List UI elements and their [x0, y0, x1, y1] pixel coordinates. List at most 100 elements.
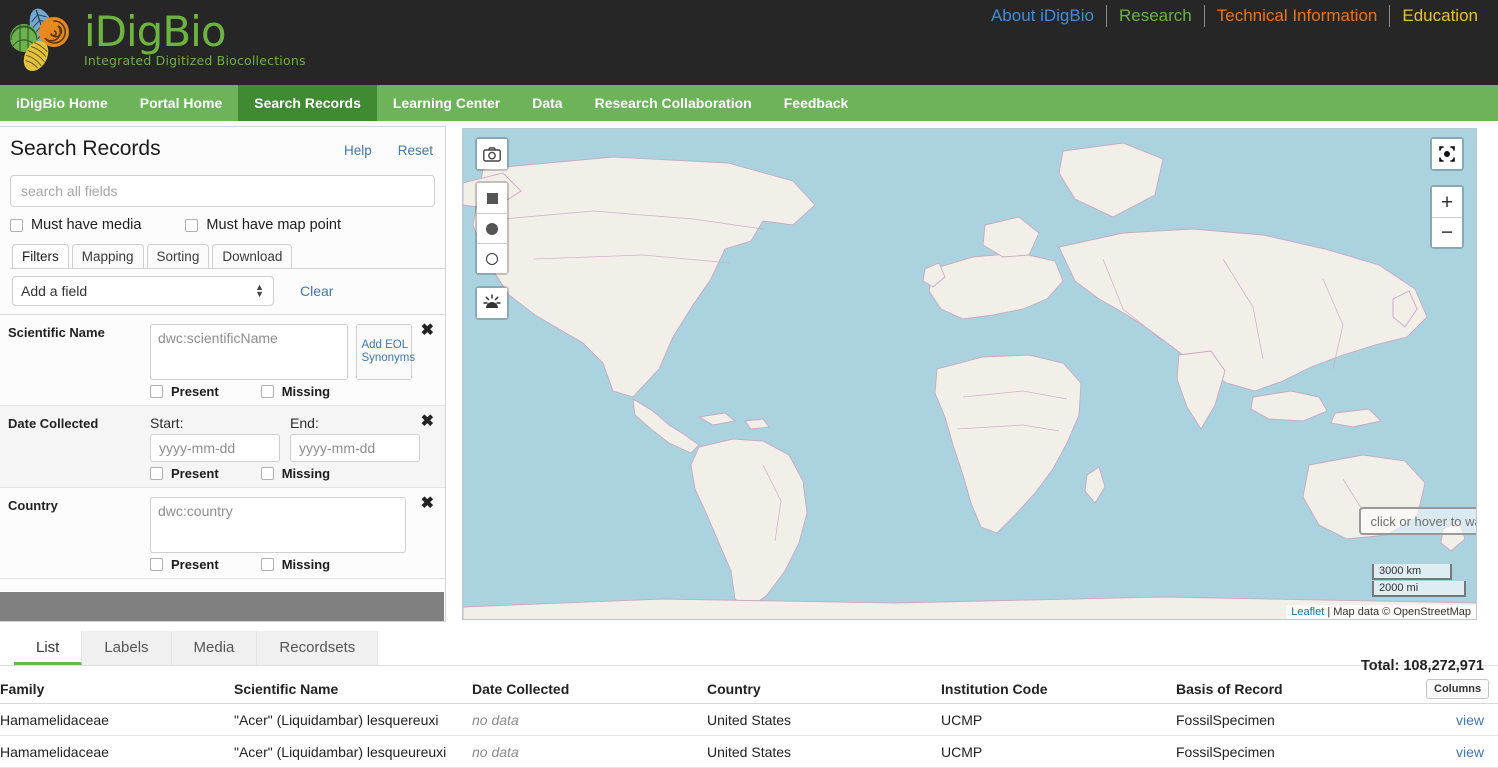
date-end-input[interactable] [290, 434, 420, 462]
map-zoom-control[interactable]: + − [1430, 185, 1464, 249]
column-header-date-collected[interactable]: Date Collected [472, 681, 707, 697]
map-wake-tooltip[interactable]: click or hover to wake [1359, 507, 1477, 535]
present-missing-row: Present Missing [150, 466, 445, 481]
remove-filter-icon[interactable]: ✖ [421, 497, 434, 511]
zoom-out-button[interactable]: − [1432, 217, 1462, 247]
reset-link[interactable]: Reset [398, 143, 433, 158]
column-header-country[interactable]: Country [707, 681, 941, 697]
nav-item-data[interactable]: Data [516, 85, 578, 121]
map-wake-text: click or hover to wake [1371, 514, 1478, 529]
attribution-text: | Map data © OpenStreetMap [1327, 606, 1471, 618]
results-tabs: List Labels Media Recordsets [0, 628, 1498, 666]
map-shape-tools[interactable] [475, 181, 509, 275]
checkbox-box[interactable] [261, 467, 274, 480]
must-have-map-point-label: Must have map point [206, 217, 341, 233]
fullscreen-icon[interactable] [1432, 139, 1462, 169]
missing-label: Missing [282, 384, 330, 399]
tab-sorting[interactable]: Sorting [147, 244, 210, 268]
must-have-map-point-checkbox[interactable]: Must have map point [185, 217, 341, 233]
top-link-research[interactable]: Research [1107, 5, 1204, 27]
filled-circle-icon[interactable] [477, 213, 507, 243]
wake-spinner-icon[interactable] [477, 288, 507, 318]
camera-icon[interactable] [477, 139, 507, 169]
column-header-institution-code[interactable]: Institution Code [941, 681, 1176, 697]
search-panel-footer [0, 591, 444, 621]
results-table: Family Scientific Name Date Collected Co… [0, 674, 1498, 768]
column-header-scientific-name[interactable]: Scientific Name [234, 681, 472, 697]
results-tab-labels[interactable]: Labels [82, 631, 171, 665]
nav-item-idigbio-home[interactable]: iDigBio Home [0, 85, 124, 121]
missing-label: Missing [282, 557, 330, 572]
missing-checkbox[interactable]: Missing [261, 557, 330, 572]
top-link-education[interactable]: Education [1390, 5, 1490, 27]
map-scale-control: 3000 km 2000 mi [1372, 564, 1466, 597]
present-checkbox[interactable]: Present [150, 384, 219, 399]
present-checkbox[interactable]: Present [150, 557, 219, 572]
nav-item-feedback[interactable]: Feedback [768, 85, 865, 121]
cell-scientific-name: "Acer" (Liquidambar) lesqueureuxi [234, 744, 472, 760]
top-link-about[interactable]: About iDigBio [979, 5, 1106, 27]
view-link[interactable]: view [1456, 744, 1484, 760]
nav-item-search-records[interactable]: Search Records [238, 85, 377, 121]
search-all-fields-input[interactable] [10, 175, 435, 207]
present-checkbox[interactable]: Present [150, 466, 219, 481]
date-start-input[interactable] [150, 434, 280, 462]
add-a-field-select[interactable]: Add a field ▲▼ [12, 276, 274, 306]
checkbox-box[interactable] [150, 385, 163, 398]
results-tab-recordsets[interactable]: Recordsets [257, 631, 378, 665]
remove-filter-icon[interactable]: ✖ [421, 324, 434, 338]
logo-wordmark: iDigBio [84, 12, 306, 52]
nav-item-research-collaboration[interactable]: Research Collaboration [579, 85, 768, 121]
leaflet-link[interactable]: Leaflet [1291, 606, 1324, 618]
column-header-basis-of-record[interactable]: Basis of Record [1176, 681, 1426, 697]
table-header-row: Family Scientific Name Date Collected Co… [0, 674, 1498, 704]
nav-item-learning-center[interactable]: Learning Center [377, 85, 516, 121]
scientific-name-textarea[interactable] [150, 324, 348, 380]
map-screenshot-control[interactable] [475, 137, 509, 171]
results-tab-list[interactable]: List [14, 631, 82, 665]
checkbox-box[interactable] [185, 219, 198, 232]
top-link-technical-information[interactable]: Technical Information [1205, 5, 1390, 27]
table-row[interactable]: Hamamelidaceae "Acer" (Liquidambar) lesq… [0, 704, 1498, 736]
idigbio-logo-mark [8, 4, 80, 76]
square-icon[interactable] [477, 183, 507, 213]
help-link[interactable]: Help [344, 143, 372, 158]
checkbox-box[interactable] [150, 558, 163, 571]
map-attribution: Leaflet | Map data © OpenStreetMap [1286, 605, 1476, 619]
clear-link[interactable]: Clear [300, 283, 333, 299]
scale-mi-label: 2000 mi [1372, 581, 1466, 597]
view-link[interactable]: view [1456, 712, 1484, 728]
must-have-media-checkbox[interactable]: Must have media [10, 217, 141, 233]
results-tab-media[interactable]: Media [172, 631, 258, 665]
checkbox-box[interactable] [10, 219, 23, 232]
missing-label: Missing [282, 466, 330, 481]
tab-download[interactable]: Download [212, 244, 292, 268]
cell-view: view [1426, 744, 1498, 760]
hollow-circle-icon[interactable] [477, 243, 507, 273]
nav-item-portal-home[interactable]: Portal Home [124, 85, 238, 121]
remove-filter-icon[interactable]: ✖ [421, 415, 434, 429]
add-eol-synonyms-button[interactable]: Add EOL Synonyms [356, 324, 412, 380]
cell-country: United States [707, 712, 941, 728]
column-header-family[interactable]: Family [0, 681, 234, 697]
table-row[interactable]: Hamamelidaceae "Acer" (Liquidambar) lesq… [0, 736, 1498, 768]
country-textarea[interactable] [150, 497, 406, 553]
filter-label: Scientific Name [0, 324, 150, 399]
zoom-in-button[interactable]: + [1432, 187, 1462, 217]
checkbox-box[interactable] [261, 385, 274, 398]
present-label: Present [171, 466, 219, 481]
missing-checkbox[interactable]: Missing [261, 384, 330, 399]
map-fullscreen-control[interactable] [1430, 137, 1464, 171]
tab-filters[interactable]: Filters [12, 244, 69, 268]
checkbox-box[interactable] [150, 467, 163, 480]
cell-scientific-name: "Acer" (Liquidambar) lesquereuxi [234, 712, 472, 728]
main-navigation: iDigBio Home Portal Home Search Records … [0, 85, 1498, 121]
missing-checkbox[interactable]: Missing [261, 466, 330, 481]
tab-mapping[interactable]: Mapping [72, 244, 144, 268]
cell-date-collected: no data [472, 712, 707, 728]
map-view[interactable]: + − click or hover to wake 3000 km 2000 … [462, 128, 1477, 620]
columns-button[interactable]: Columns [1426, 679, 1489, 699]
site-logo[interactable]: iDigBio Integrated Digitized Biocollecti… [8, 4, 306, 76]
map-wake-control[interactable] [475, 286, 509, 320]
checkbox-box[interactable] [261, 558, 274, 571]
